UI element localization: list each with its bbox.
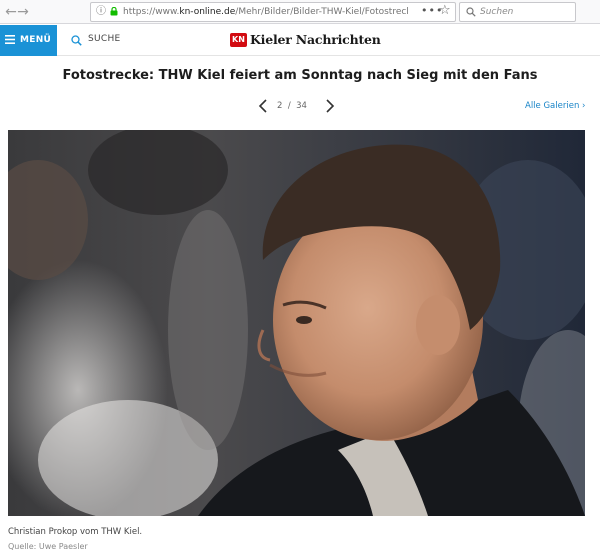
next-arrow-icon[interactable] — [324, 98, 336, 114]
url-prefix: https://www. — [123, 7, 180, 17]
previous-arrow-icon[interactable] — [257, 98, 269, 114]
page-counter: 2 / 34 — [277, 101, 307, 111]
menu-button[interactable]: MENÜ — [0, 25, 57, 56]
gallery-photo[interactable] — [8, 130, 585, 516]
logo-name: Kieler Nachrichten — [250, 32, 381, 47]
photo-source: Quelle: Uwe Paesler — [8, 542, 88, 551]
search-label: SUCHE — [88, 34, 121, 44]
browser-search-input[interactable]: Suchen — [459, 2, 576, 22]
url-path: /Mehr/Bilder/Bilder-THW-Kiel/Fotostrecke… — [235, 7, 408, 17]
url-domain: kn-online.de — [179, 7, 236, 17]
forward-icon[interactable]: → — [14, 3, 32, 21]
browser-toolbar: ← → ⓘ https://www.kn-online.de/Mehr/Bild… — [0, 0, 600, 24]
logo-badge: KN — [230, 33, 247, 47]
search-icon — [71, 35, 82, 46]
menu-label: MENÜ — [20, 35, 52, 45]
browser-search-placeholder: Suchen — [480, 7, 514, 17]
lock-icon — [110, 7, 118, 16]
gallery-title: Fotostrecke: THW Kiel feiert am Sonntag … — [62, 68, 538, 83]
search-icon — [466, 7, 476, 17]
total-pages: 34 — [296, 101, 307, 111]
bookmark-star-icon[interactable]: ☆ — [439, 2, 451, 20]
all-galleries-link[interactable]: Alle Galerien › — [525, 101, 585, 111]
address-bar[interactable]: ⓘ https://www.kn-online.de/Mehr/Bilder/B… — [90, 2, 456, 22]
info-icon[interactable]: ⓘ — [96, 3, 106, 21]
current-page: 2 — [277, 101, 283, 111]
site-header: MENÜ SUCHE KN Kieler Nachrichten — [0, 25, 600, 56]
hamburger-icon — [5, 35, 15, 44]
photo-caption: Christian Prokop vom THW Kiel. — [8, 527, 143, 537]
gallery-pager: 2 / 34 — [255, 98, 335, 116]
url-text: https://www.kn-online.de/Mehr/Bilder/Bil… — [123, 3, 408, 21]
portrait-image — [8, 130, 585, 516]
page-separator: / — [287, 101, 291, 111]
